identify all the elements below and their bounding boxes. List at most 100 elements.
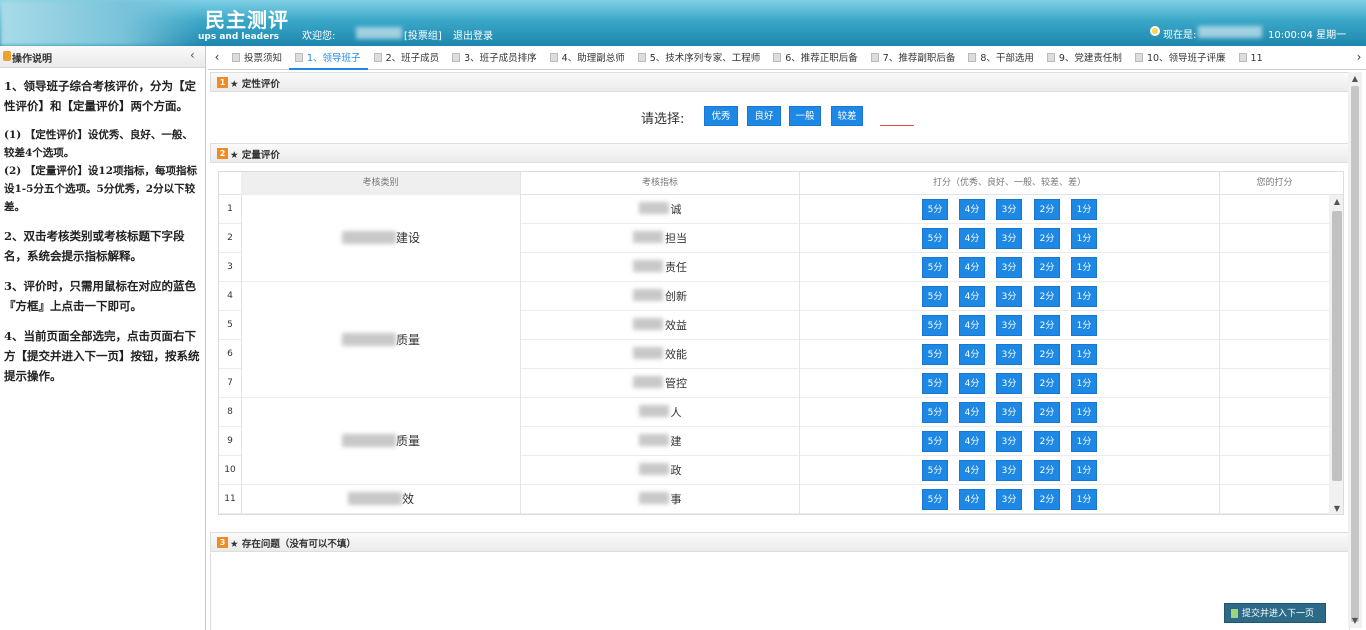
score-5-button[interactable]: 5分 [922,489,948,510]
tab-item[interactable]: 9、党建责任制 [1041,48,1129,70]
score-1-button[interactable]: 1分 [1071,460,1097,481]
indicator-cell[interactable]: 人 [520,398,799,427]
column-header-category[interactable]: 考核类别 [241,172,520,195]
submit-next-button[interactable]: 提交并进入下一页 [1224,603,1326,623]
indicator-cell[interactable]: 效能 [520,340,799,369]
score-5-button[interactable]: 5分 [922,344,948,365]
tab-item[interactable]: 4、助理副总师 [544,48,632,70]
scroll-up-icon[interactable]: ▲ [1329,195,1343,209]
page-scrollbar[interactable]: ▲ ▼ [1348,72,1362,628]
score-4-button[interactable]: 4分 [959,460,985,481]
option-poor-button[interactable]: 较差 [831,106,863,126]
score-3-button[interactable]: 3分 [996,373,1022,394]
score-1-button[interactable]: 1分 [1071,286,1097,307]
scrollbar-thumb[interactable] [1351,86,1359,622]
tab-item[interactable]: 5、技术序列专家、工程师 [632,48,768,70]
indicator-cell[interactable]: 担当 [520,224,799,253]
score-4-button[interactable]: 4分 [959,373,985,394]
tab-item[interactable]: 8、干部选用 [962,48,1041,70]
indicator-cell[interactable]: 政 [520,456,799,485]
score-3-button[interactable]: 3分 [996,286,1022,307]
score-4-button[interactable]: 4分 [959,402,985,423]
score-2-button[interactable]: 2分 [1034,199,1060,220]
score-4-button[interactable]: 4分 [959,286,985,307]
scroll-down-icon[interactable]: ▼ [1329,502,1343,514]
option-good-button[interactable]: 良好 [747,106,781,126]
score-5-button[interactable]: 5分 [922,257,948,278]
indicator-cell[interactable]: 创新 [520,282,799,311]
indicator-cell[interactable]: 责任 [520,253,799,282]
indicator-cell[interactable]: 管控 [520,369,799,398]
score-4-button[interactable]: 4分 [959,431,985,452]
tab-item[interactable]: 1、领导班子 [289,48,368,70]
indicator-cell[interactable]: 建 [520,427,799,456]
score-2-button[interactable]: 2分 [1034,315,1060,336]
score-1-button[interactable]: 1分 [1071,489,1097,510]
score-3-button[interactable]: 3分 [996,460,1022,481]
tab-item[interactable]: 2、班子成员 [368,48,447,70]
score-1-button[interactable]: 1分 [1071,199,1097,220]
score-1-button[interactable]: 1分 [1071,315,1097,336]
tab-item[interactable]: 10、领导班子评廉 [1129,48,1233,70]
score-3-button[interactable]: 3分 [996,489,1022,510]
category-cell[interactable]: 质量 [241,282,520,398]
score-2-button[interactable]: 2分 [1034,344,1060,365]
scrollbar-thumb[interactable] [1332,211,1342,481]
score-2-button[interactable]: 2分 [1034,257,1060,278]
score-4-button[interactable]: 4分 [959,228,985,249]
score-2-button[interactable]: 2分 [1034,489,1060,510]
tab-scroll-left-button[interactable]: ‹ [210,50,224,68]
score-1-button[interactable]: 1分 [1071,431,1097,452]
indicator-cell[interactable]: 事 [520,485,799,514]
score-5-button[interactable]: 5分 [922,199,948,220]
category-cell[interactable]: 效 [241,485,520,514]
score-4-button[interactable]: 4分 [959,199,985,220]
score-1-button[interactable]: 1分 [1071,257,1097,278]
tab-scroll-right-button[interactable]: › [1352,50,1366,68]
score-3-button[interactable]: 3分 [996,199,1022,220]
score-2-button[interactable]: 2分 [1034,431,1060,452]
score-1-button[interactable]: 1分 [1071,344,1097,365]
scroll-down-icon[interactable]: ▼ [1348,614,1362,628]
score-1-button[interactable]: 1分 [1071,402,1097,423]
score-4-button[interactable]: 4分 [959,344,985,365]
score-2-button[interactable]: 2分 [1034,460,1060,481]
problems-input-area[interactable] [210,553,1350,630]
score-5-button[interactable]: 5分 [922,315,948,336]
score-1-button[interactable]: 1分 [1071,228,1097,249]
score-5-button[interactable]: 5分 [922,402,948,423]
score-5-button[interactable]: 5分 [922,431,948,452]
option-excellent-button[interactable]: 优秀 [704,106,738,126]
table-scrollbar[interactable]: ▲ ▼ [1329,195,1343,514]
category-cell[interactable]: 建设 [241,195,520,282]
collapse-panel-button[interactable]: ‹ [190,48,195,62]
indicator-cell[interactable]: 效益 [520,311,799,340]
tab-item[interactable]: 11 [1233,48,1270,70]
score-5-button[interactable]: 5分 [922,460,948,481]
category-cell[interactable]: 质量 [241,398,520,485]
scroll-up-icon[interactable]: ▲ [1348,72,1362,86]
score-3-button[interactable]: 3分 [996,228,1022,249]
score-4-button[interactable]: 4分 [959,257,985,278]
score-3-button[interactable]: 3分 [996,402,1022,423]
score-2-button[interactable]: 2分 [1034,228,1060,249]
score-5-button[interactable]: 5分 [922,228,948,249]
tab-item[interactable]: 7、推荐副职后备 [865,48,963,70]
score-5-button[interactable]: 5分 [922,286,948,307]
score-2-button[interactable]: 2分 [1034,373,1060,394]
score-5-button[interactable]: 5分 [922,373,948,394]
column-header-indicator[interactable]: 考核指标 [520,172,799,195]
option-average-button[interactable]: 一般 [789,106,821,126]
logout-link[interactable]: 退出登录 [453,27,493,42]
score-2-button[interactable]: 2分 [1034,286,1060,307]
tab-item[interactable]: 6、推荐正职后备 [767,48,865,70]
indicator-cell[interactable]: 诚 [520,195,799,224]
tab-item[interactable]: 3、班子成员排序 [446,48,544,70]
score-2-button[interactable]: 2分 [1034,402,1060,423]
score-4-button[interactable]: 4分 [959,489,985,510]
score-3-button[interactable]: 3分 [996,431,1022,452]
score-4-button[interactable]: 4分 [959,315,985,336]
score-3-button[interactable]: 3分 [996,257,1022,278]
score-3-button[interactable]: 3分 [996,315,1022,336]
score-3-button[interactable]: 3分 [996,344,1022,365]
